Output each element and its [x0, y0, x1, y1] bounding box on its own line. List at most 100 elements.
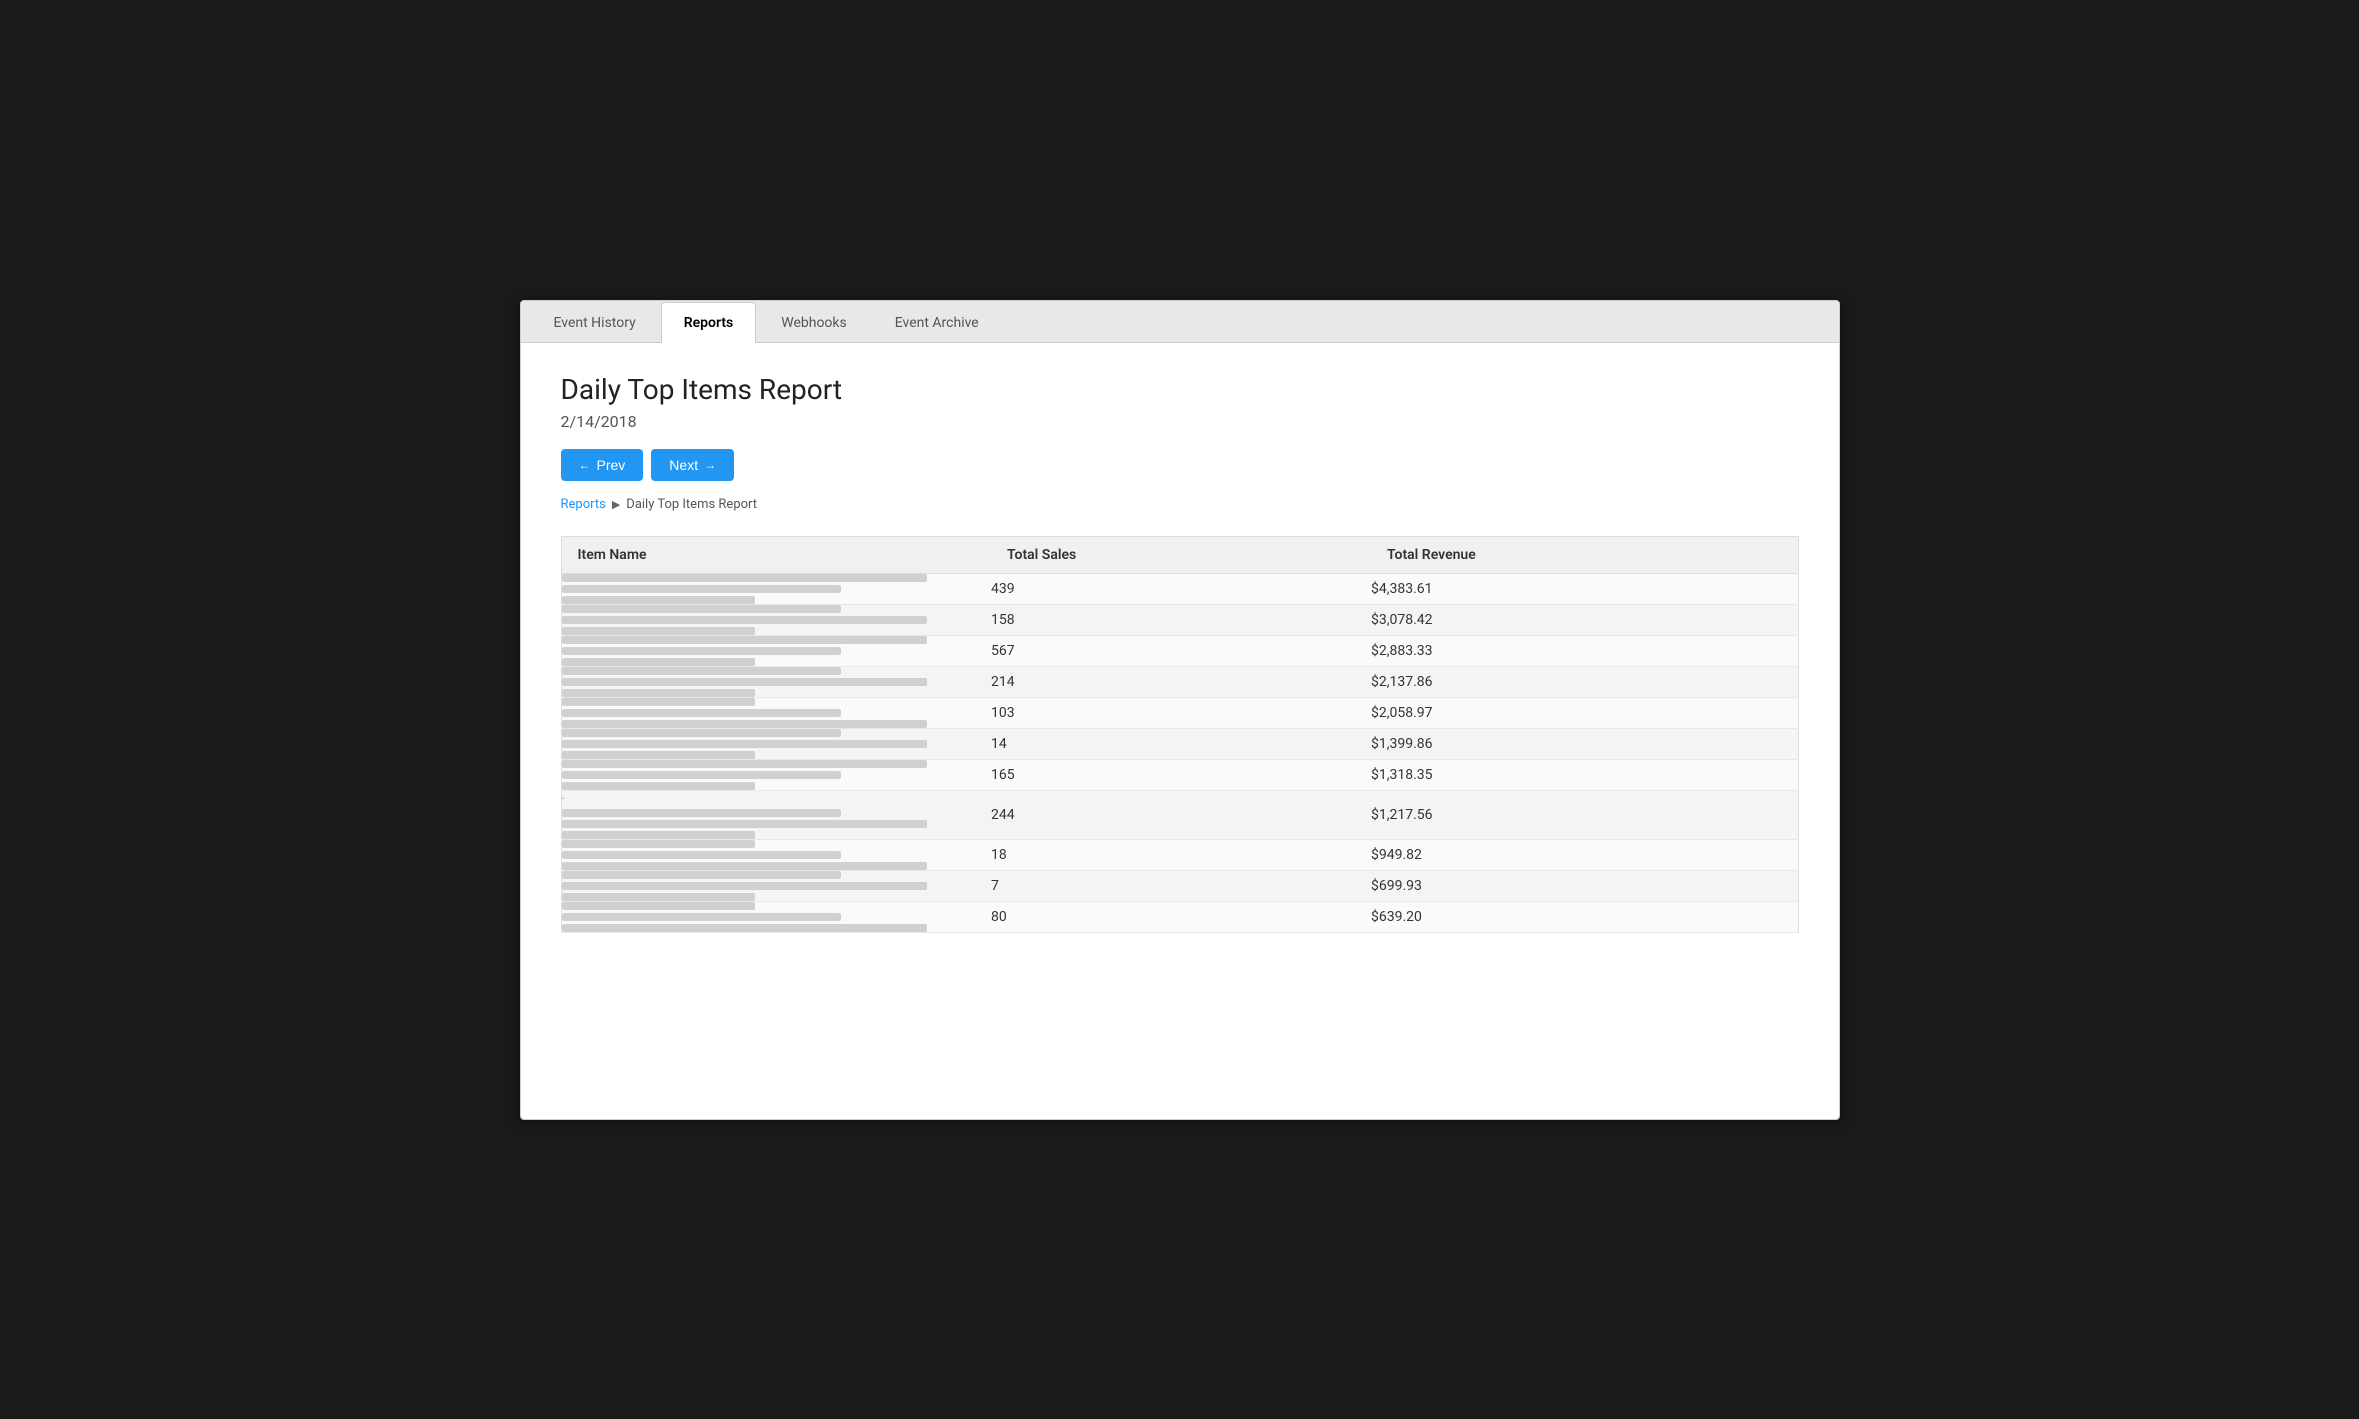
total-sales-cell: 439 [991, 573, 1371, 604]
table-row: 214$2,137.86 [561, 666, 1798, 697]
table-row: 165$1,318.35 [561, 759, 1798, 790]
item-name-bar [562, 820, 927, 828]
col-total-sales: Total Sales [991, 536, 1371, 573]
next-arrow-icon: → [704, 458, 716, 472]
table-row: 7$699.93 [561, 870, 1798, 901]
main-content: Daily Top Items Report 2/14/2018 ← Prev … [521, 343, 1839, 953]
tab-event-history[interactable]: Event History [531, 302, 659, 343]
total-revenue-cell: $1,399.86 [1371, 728, 1798, 759]
tab-bar: Event History Reports Webhooks Event Arc… [521, 301, 1839, 343]
item-name-bar [562, 658, 755, 666]
item-name-cell [561, 728, 991, 759]
item-name-cell [561, 759, 991, 790]
table-row: 439$4,383.61 [561, 573, 1798, 604]
item-name-cell [561, 666, 991, 697]
table-row: 158$3,078.42 [561, 604, 1798, 635]
item-name-bar [562, 760, 927, 768]
item-name-bar [562, 782, 755, 790]
item-name-bar [562, 605, 841, 613]
item-name-bar [562, 913, 841, 921]
item-name-bar [562, 574, 927, 582]
breadcrumb: Reports ▶ Daily Top Items Report [561, 497, 1799, 512]
main-window: Event History Reports Webhooks Event Arc… [520, 300, 1840, 1120]
item-name-bar [562, 740, 927, 748]
item-name-bar [562, 840, 755, 848]
item-name-cell [561, 870, 991, 901]
total-revenue-cell: $2,137.86 [1371, 666, 1798, 697]
nav-buttons: ← Prev Next → [561, 449, 1799, 481]
breadcrumb-parent-link[interactable]: Reports [561, 497, 606, 512]
item-name-bar [562, 596, 755, 604]
item-name-bar [562, 771, 841, 779]
item-name-cell [561, 697, 991, 728]
page-title: Daily Top Items Report [561, 373, 1799, 406]
item-name-cell [561, 839, 991, 870]
item-name-bar [562, 862, 927, 870]
item-name-bar [562, 585, 841, 593]
item-name-bar [562, 924, 927, 932]
table-row: 80$639.20 [561, 901, 1798, 932]
item-name-bar [562, 667, 841, 675]
total-revenue-cell: $1,318.35 [1371, 759, 1798, 790]
next-button[interactable]: Next → [651, 449, 734, 481]
breadcrumb-current: Daily Top Items Report [626, 497, 757, 512]
total-sales-cell: 18 [991, 839, 1371, 870]
table-row: 103$2,058.97 [561, 697, 1798, 728]
item-name-bar [562, 893, 755, 901]
item-name-bar [562, 729, 841, 737]
item-name-bar [562, 882, 927, 890]
total-sales-cell: 7 [991, 870, 1371, 901]
total-sales-cell: 165 [991, 759, 1371, 790]
item-name-bar [562, 831, 755, 839]
item-name-bar [562, 720, 927, 728]
total-sales-cell: 103 [991, 697, 1371, 728]
total-sales-cell: 214 [991, 666, 1371, 697]
item-name-bar [562, 751, 755, 759]
item-name-bar [562, 627, 755, 635]
item-name-cell [561, 901, 991, 932]
table-row: 14$1,399.86 [561, 728, 1798, 759]
item-name-bar [562, 636, 927, 644]
breadcrumb-separator: ▶ [612, 498, 620, 511]
prev-arrow-icon: ← [579, 458, 591, 472]
total-sales-cell: 80 [991, 901, 1371, 932]
item-name-bar [562, 689, 755, 697]
prev-button[interactable]: ← Prev [561, 449, 644, 481]
tab-event-archive[interactable]: Event Archive [872, 302, 1002, 343]
table-row: 567$2,883.33 [561, 635, 1798, 666]
table-header-row: Item Name Total Sales Total Revenue [561, 536, 1798, 573]
item-name-cell: - [561, 790, 991, 839]
table-row: -244$1,217.56 [561, 790, 1798, 839]
tab-webhooks[interactable]: Webhooks [758, 302, 870, 343]
total-revenue-cell: $949.82 [1371, 839, 1798, 870]
col-item-name: Item Name [561, 536, 991, 573]
item-name-bar [562, 678, 927, 686]
total-sales-cell: 244 [991, 790, 1371, 839]
total-sales-cell: 158 [991, 604, 1371, 635]
item-name-bar [562, 698, 755, 706]
total-sales-cell: 14 [991, 728, 1371, 759]
item-name-cell [561, 604, 991, 635]
total-revenue-cell: $1,217.56 [1371, 790, 1798, 839]
tab-reports[interactable]: Reports [661, 302, 757, 343]
item-name-bar [562, 809, 841, 817]
item-name-bar [562, 616, 927, 624]
total-revenue-cell: $4,383.61 [1371, 573, 1798, 604]
total-sales-cell: 567 [991, 635, 1371, 666]
table-row: 18$949.82 [561, 839, 1798, 870]
total-revenue-cell: $3,078.42 [1371, 604, 1798, 635]
item-name-cell [561, 573, 991, 604]
page-date: 2/14/2018 [561, 412, 1799, 431]
item-name-bar [562, 647, 841, 655]
total-revenue-cell: $699.93 [1371, 870, 1798, 901]
col-total-revenue: Total Revenue [1371, 536, 1798, 573]
item-name-bar [562, 709, 841, 717]
total-revenue-cell: $2,883.33 [1371, 635, 1798, 666]
item-name-bar [562, 851, 841, 859]
item-name-bar [562, 902, 755, 910]
item-name-bar [562, 871, 841, 879]
total-revenue-cell: $2,058.97 [1371, 697, 1798, 728]
total-revenue-cell: $639.20 [1371, 901, 1798, 932]
report-table: Item Name Total Sales Total Revenue 439$… [561, 536, 1799, 933]
item-name-cell [561, 635, 991, 666]
